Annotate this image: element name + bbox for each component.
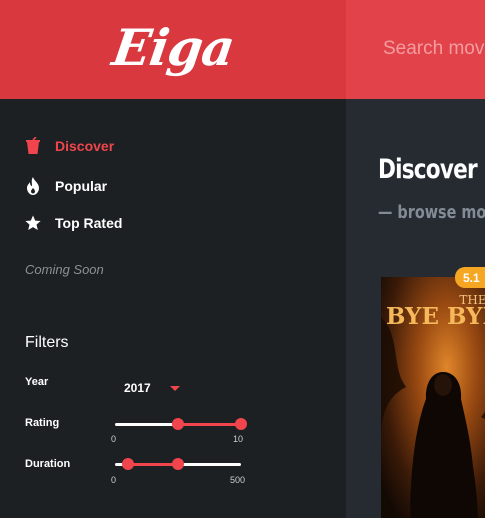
- app-logo[interactable]: Eiga: [109, 18, 238, 77]
- logo-bar: Eiga: [0, 0, 346, 99]
- duration-label: Duration: [25, 458, 71, 470]
- year-label: Year: [25, 376, 49, 388]
- duration-max-handle[interactable]: [172, 458, 184, 470]
- rating-value: 5.1: [463, 270, 480, 285]
- movie-poster: THE BYE BYE: [381, 277, 485, 518]
- rating-min-tick: 0: [111, 434, 117, 444]
- sidebar-item-popular[interactable]: Popular: [24, 175, 107, 197]
- rating-badge: 5.1: [455, 267, 485, 288]
- rating-slider[interactable]: [115, 417, 247, 431]
- app-root: Eiga Discover Popular: [0, 0, 485, 518]
- duration-slider[interactable]: [115, 457, 241, 471]
- sidebar-item-top-rated[interactable]: Top Rated: [24, 212, 122, 234]
- slider-fill: [127, 463, 178, 466]
- poster-title: BYE BYE: [386, 303, 485, 330]
- sidebar-item-label: Top Rated: [55, 215, 123, 231]
- caret-down-icon: [169, 385, 180, 391]
- rating-max-handle[interactable]: [235, 418, 247, 430]
- star-icon: [24, 213, 42, 233]
- year-value: 2017: [124, 381, 151, 395]
- flame-icon: [24, 176, 42, 196]
- sidebar: Discover Popular Top Rated Coming Soon F…: [0, 99, 346, 518]
- main-content: Discover — browse mo THE BYE BY: [346, 99, 485, 518]
- slider-fill: [178, 423, 241, 426]
- filters-heading: Filters: [25, 334, 69, 351]
- duration-min-handle[interactable]: [121, 458, 134, 470]
- page-title: Discover: [378, 154, 478, 185]
- year-select[interactable]: 2017: [124, 379, 186, 397]
- rating-min-handle[interactable]: [172, 418, 184, 430]
- cup-icon: [24, 136, 42, 156]
- rating-label: Rating: [25, 417, 60, 429]
- sidebar-item-discover[interactable]: Discover: [24, 135, 114, 157]
- coming-soon-label: Coming Soon: [25, 262, 104, 277]
- duration-max-tick: 500: [230, 475, 246, 485]
- sidebar-item-label: Popular: [55, 178, 108, 194]
- search-input[interactable]: [383, 35, 485, 63]
- search-bar: [346, 0, 485, 99]
- movie-card[interactable]: THE BYE BYE: [381, 277, 485, 518]
- page-subtitle: — browse mo: [378, 202, 485, 223]
- duration-min-tick: 0: [111, 475, 117, 485]
- sidebar-item-label: Discover: [55, 138, 115, 154]
- rating-max-tick: 10: [233, 434, 244, 444]
